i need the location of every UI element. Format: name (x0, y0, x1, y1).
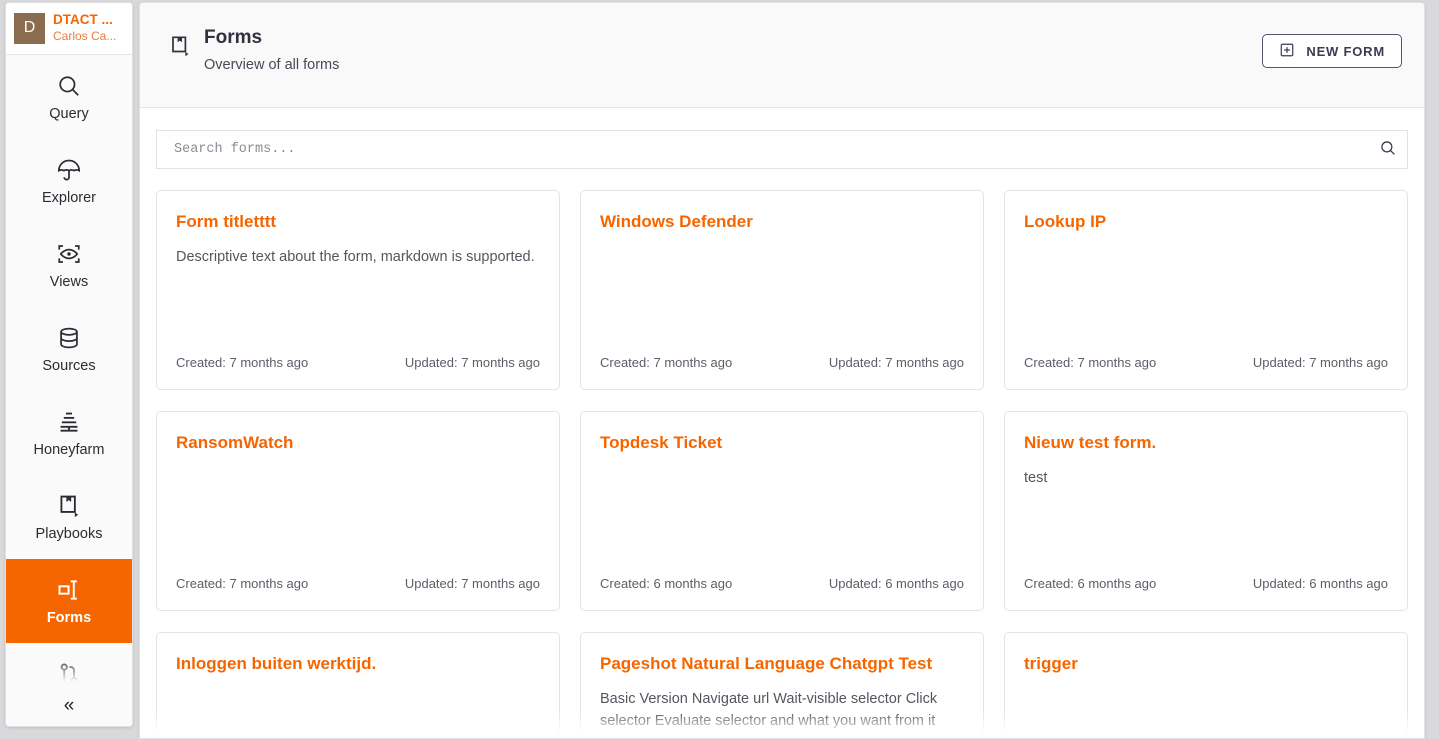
form-card-created: Created: 6 months ago (600, 576, 733, 591)
content-area: Form titletttt Descriptive text about th… (140, 108, 1424, 738)
form-card-description: Basic Version Navigate url Wait-visible … (600, 691, 938, 729)
form-card-created: Created: 7 months ago (1024, 355, 1157, 370)
form-card-title: RansomWatch (176, 433, 294, 452)
sidebar-item-label: Forms (46, 609, 92, 626)
search-icon (1379, 139, 1397, 160)
app-root: D DTACT ... Carlos Ca... Query Explorer … (0, 0, 1439, 739)
form-card-title: Topdesk Ticket (600, 433, 723, 452)
eye-frame-icon (56, 241, 82, 267)
sidebar-item-query[interactable]: Query (6, 55, 132, 139)
search-submit-button[interactable] (1379, 131, 1397, 168)
form-card-created: Created: 6 months ago (1024, 576, 1157, 591)
sidebar-item-views[interactable]: Views (6, 223, 132, 307)
sidebar-item-playbooks[interactable]: Playbooks (6, 475, 132, 559)
collapse-sidebar-button[interactable]: « (6, 686, 132, 726)
form-card-title: Nieuw test form. (1024, 433, 1157, 452)
flows-icon (56, 661, 82, 687)
sidebar-item-sources[interactable]: Sources (6, 307, 132, 391)
forms-grid: Form titletttt Descriptive text about th… (156, 190, 1408, 738)
search-input[interactable] (157, 131, 1407, 168)
form-card-title: trigger (1024, 654, 1078, 673)
form-card-updated: Updated: 7 months ago (1252, 355, 1388, 370)
sidebar: D DTACT ... Carlos Ca... Query Explorer … (5, 2, 133, 727)
beehive-icon (56, 409, 82, 435)
form-card-footer: Created: 7 months ago Updated: 7 months … (176, 355, 540, 370)
sidebar-item-label: Explorer (42, 189, 96, 206)
form-card-description: Descriptive text about the form, markdow… (176, 249, 535, 265)
form-card-created: Created: 7 months ago (176, 355, 309, 370)
org-switcher[interactable]: D DTACT ... Carlos Ca... (6, 3, 132, 55)
avatar: D (14, 12, 45, 44)
umbrella-icon (56, 157, 82, 183)
form-card-updated: Updated: 6 months ago (1252, 576, 1388, 591)
sidebar-item-label: Sources (42, 357, 96, 374)
playbook-icon (168, 34, 192, 63)
form-card-footer: Created: 7 months ago Updated: 7 months … (600, 355, 964, 370)
form-card-footer: Created: 7 months ago Updated: 7 months … (176, 576, 540, 591)
form-card[interactable]: Inloggen buiten werktijd. (156, 632, 560, 738)
search-bar (156, 130, 1408, 169)
sidebar-item-label: Views (49, 273, 89, 290)
form-card-created: Created: 7 months ago (176, 576, 309, 591)
form-card[interactable]: Topdesk Ticket Created: 6 months ago Upd… (580, 411, 984, 611)
main-panel: Forms Overview of all forms NEW FORM Sea… (139, 2, 1425, 739)
form-card[interactable]: RansomWatch Created: 7 months ago Update… (156, 411, 560, 611)
form-card-created: Created: 7 months ago (600, 355, 733, 370)
form-card-title: Windows Defender (600, 212, 753, 231)
form-card[interactable]: Windows Defender Created: 7 months ago U… (580, 190, 984, 390)
search-icon (56, 73, 82, 99)
form-card-description: test (1024, 470, 1048, 486)
sidebar-item-label: Query (49, 105, 89, 122)
form-card[interactable]: Form titletttt Descriptive text about th… (156, 190, 560, 390)
form-card-title: Inloggen buiten werktijd. (176, 654, 377, 673)
form-card-updated: Updated: 7 months ago (828, 355, 964, 370)
org-text: DTACT ... Carlos Ca... (53, 12, 116, 44)
header-text: Forms Overview of all forms (204, 22, 1262, 76)
form-card-title: Pageshot Natural Language Chatgpt Test (600, 654, 933, 673)
org-name: DTACT ... (53, 12, 113, 27)
form-card-updated: Updated: 7 months ago (404, 355, 540, 370)
new-form-button[interactable]: NEW FORM (1262, 34, 1402, 68)
sidebar-item-honeyfarm[interactable]: Honeyfarm (6, 391, 132, 475)
playbook-icon (56, 493, 82, 519)
page-title: Forms (204, 27, 263, 48)
form-card-footer: Created: 6 months ago Updated: 6 months … (1024, 576, 1388, 591)
page-header: Forms Overview of all forms NEW FORM (140, 3, 1424, 108)
form-card-title: Lookup IP (1024, 212, 1107, 231)
sidebar-nav: Query Explorer Views Sources Honeyfarm P… (6, 55, 132, 726)
plus-square-icon (1279, 42, 1295, 61)
sidebar-item-label: Honeyfarm (33, 441, 105, 458)
new-form-button-label: NEW FORM (1306, 43, 1385, 59)
form-card[interactable]: Nieuw test form. test Created: 6 months … (1004, 411, 1408, 611)
form-card[interactable]: Pageshot Natural Language Chatgpt Test B… (580, 632, 984, 738)
form-card-updated: Updated: 6 months ago (828, 576, 964, 591)
sidebar-item-forms[interactable]: Forms (6, 559, 132, 643)
form-card-footer: Created: 7 months ago Updated: 7 months … (1024, 355, 1388, 370)
database-icon (56, 325, 82, 351)
sidebar-item-explorer[interactable]: Explorer (6, 139, 132, 223)
form-card[interactable]: Lookup IP Created: 7 months ago Updated:… (1004, 190, 1408, 390)
form-card-footer: Created: 6 months ago Updated: 6 months … (600, 576, 964, 591)
form-card[interactable]: trigger (1004, 632, 1408, 738)
form-card-title: Form titletttt (176, 212, 277, 231)
sidebar-item-label: Playbooks (35, 525, 103, 542)
org-user-name: Carlos Ca... (53, 29, 117, 43)
page-subtitle: Overview of all forms (204, 57, 340, 73)
forms-icon (56, 577, 82, 603)
form-card-updated: Updated: 7 months ago (404, 576, 540, 591)
